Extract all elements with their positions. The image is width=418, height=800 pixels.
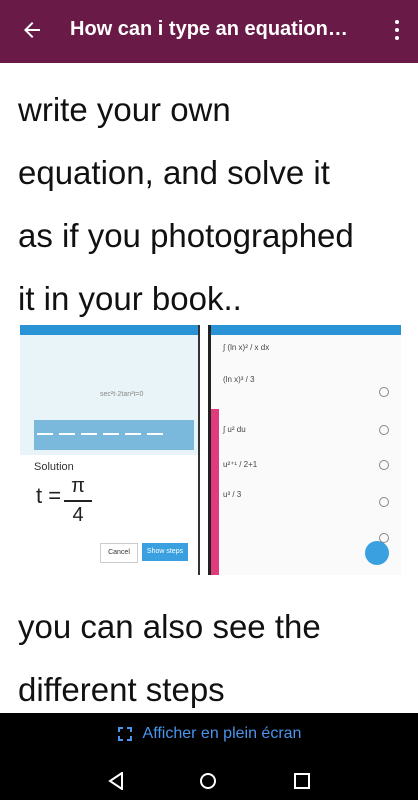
answer-paragraph-1: write your own equation, and solve it as… xyxy=(18,78,354,330)
text-line: write your own xyxy=(18,91,231,128)
worksheet-step: u²⁺¹ / 2+1 xyxy=(223,460,258,469)
solution-lhs: t = xyxy=(36,483,62,508)
text-line: it in your book.. xyxy=(18,280,242,317)
fraction-denominator: 4 xyxy=(72,504,84,526)
text-line: as if you photographed xyxy=(18,217,354,254)
nav-recents-icon[interactable] xyxy=(294,773,310,789)
fullscreen-button[interactable]: Afficher en plein écran xyxy=(0,725,418,749)
info-icon xyxy=(379,460,389,470)
nav-home-icon[interactable] xyxy=(200,773,216,789)
text-line: equation, and solve it xyxy=(18,154,330,191)
equation-preview: sec²t·2tan²t=0 xyxy=(100,391,144,398)
info-icon xyxy=(379,387,389,397)
edit-fab-icon xyxy=(365,541,389,565)
keypad-row xyxy=(34,420,194,450)
app-bar: How can i type an equation… xyxy=(0,0,418,63)
show-steps-button: Show steps xyxy=(142,543,188,561)
fraction-numerator: π xyxy=(71,475,85,497)
fullscreen-icon xyxy=(117,726,132,741)
cancel-button: Cancel xyxy=(100,543,138,563)
text-line: you can also see the xyxy=(18,608,321,645)
info-icon xyxy=(379,497,389,507)
worksheet-result: (ln x)³ / 3 xyxy=(223,375,255,384)
fullscreen-label: Afficher en plein écran xyxy=(142,725,302,742)
worksheet-integral: ∫ (ln x)² / x dx xyxy=(223,343,270,352)
solution-fraction: π 4 xyxy=(64,475,92,527)
app-screenshot-solution: sec²t·2tan²t=0 Solution t = π 4 Cancel S… xyxy=(20,325,200,575)
worksheet-step: u³ / 3 xyxy=(223,490,242,499)
solution-panel: Solution t = π 4 Cancel Show steps xyxy=(20,455,198,575)
app-screenshot-worksheet: ∫ (ln x)² / x dx (ln x)³ / 3 ∫ u² du u²⁺… xyxy=(208,325,401,575)
back-arrow-icon[interactable] xyxy=(20,18,44,42)
solution-label: Solution xyxy=(34,461,74,473)
screenshot-header xyxy=(20,325,198,335)
answer-content: write your own equation, and solve it as… xyxy=(0,63,418,713)
text-line: different steps xyxy=(18,671,225,708)
bottom-bar: Afficher en plein écran xyxy=(0,713,418,800)
more-options-icon[interactable] xyxy=(394,20,400,42)
page-title: How can i type an equation… xyxy=(70,18,348,40)
answer-paragraph-2: you can also see the different steps xyxy=(18,595,321,713)
nav-back-icon[interactable] xyxy=(108,772,124,790)
worksheet-substitution: ∫ u² du xyxy=(223,425,246,434)
step-highlight-bar xyxy=(211,409,219,575)
screenshot-header xyxy=(211,325,401,335)
info-icon xyxy=(379,425,389,435)
